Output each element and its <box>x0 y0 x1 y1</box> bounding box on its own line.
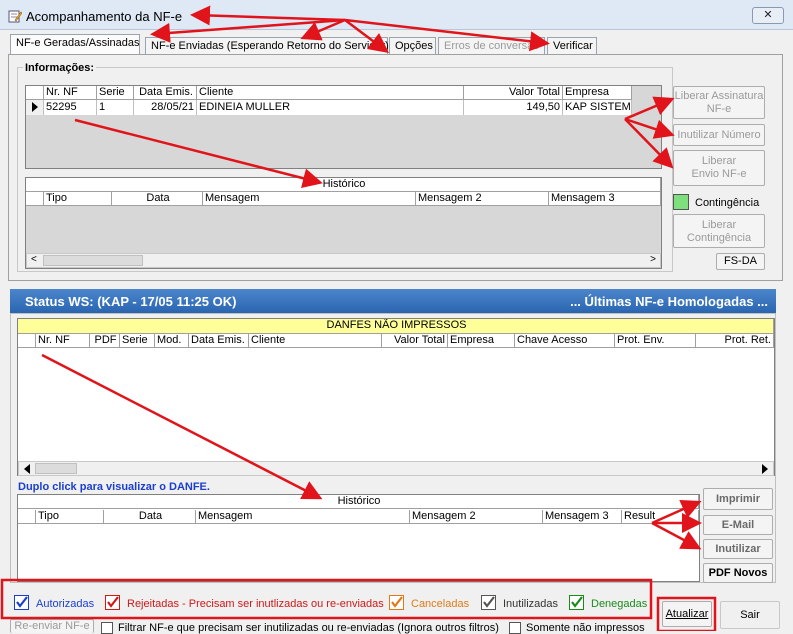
atualizar-highlight-box <box>656 596 717 631</box>
annotation-arrows <box>41 5 702 550</box>
nfe-window: Acompanhamento da NF-e ✕ NF-e Geradas/As… <box>0 0 793 634</box>
annotation-overlay <box>0 5 717 631</box>
legend-highlight-box <box>0 578 653 620</box>
